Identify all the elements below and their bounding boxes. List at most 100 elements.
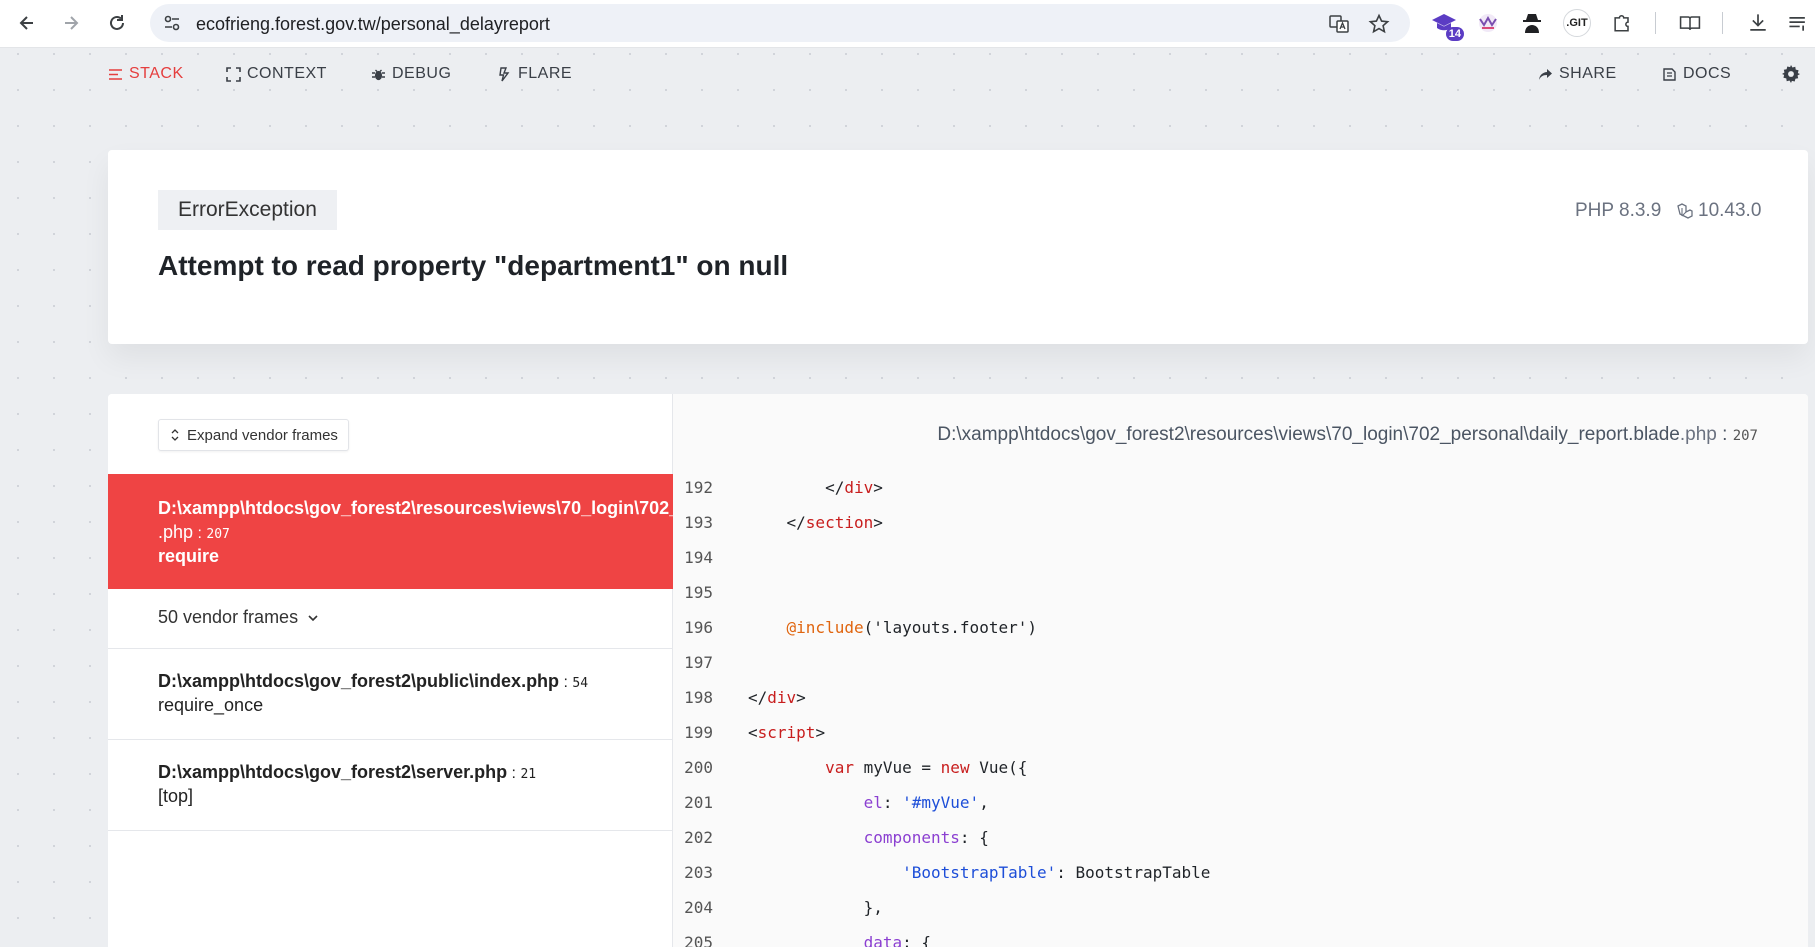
code-line-number: 200	[684, 758, 713, 777]
code-file-path[interactable]: D:\xampp\htdocs\gov_forest2\resources\vi…	[937, 424, 1758, 446]
docs-label: DOCS	[1683, 65, 1732, 82]
tab-search-menu-icon[interactable]	[1784, 9, 1812, 37]
vendor-frames-label: 50 vendor frames	[158, 607, 299, 627]
tab-context-label: CONTEXT	[247, 65, 327, 82]
code-line: 199 <script>	[673, 715, 1808, 750]
frame-line-number: 207	[206, 527, 230, 542]
arrow-right-icon	[65, 16, 79, 30]
frame-line-number: 54	[572, 676, 589, 691]
docs-button[interactable]: DOCS	[1662, 64, 1731, 84]
tab-debug[interactable]: DEBUG	[371, 64, 451, 84]
code-line: 194	[673, 540, 1808, 575]
reload-button[interactable]	[102, 8, 132, 38]
bookmark-star-icon[interactable]	[1368, 13, 1390, 35]
code-line: 205 data: {	[673, 925, 1808, 947]
code-path-main: D:\xampp\htdocs\gov_forest2\resources\vi…	[937, 424, 1680, 445]
php-version-text: PHP 8.3.9	[1575, 200, 1662, 221]
frame-method: require	[158, 546, 220, 566]
code-line-number: 195	[684, 583, 713, 602]
frame-file-path: D:\xampp\htdocs\gov_forest2\public\index	[158, 671, 522, 691]
stack-frame[interactable]: D:\xampp\htdocs\gov_forest2\public\index…	[108, 649, 673, 740]
share-label: SHARE	[1559, 65, 1617, 82]
code-line: 198 </div>	[673, 680, 1808, 715]
extension-badge: 14	[1445, 27, 1464, 41]
settings-button[interactable]	[1782, 64, 1800, 84]
frame-file-path: D:\xampp\htdocs\gov_forest2\server	[158, 762, 470, 782]
git-extension-label: .GIT	[1566, 17, 1588, 29]
code-line: 195	[673, 575, 1808, 610]
tab-context[interactable]: CONTEXT	[226, 64, 327, 84]
code-line-number: 194	[684, 548, 713, 567]
frame-file-ext: .php	[469, 762, 508, 782]
exception-class: ErrorException	[158, 190, 337, 230]
code-line-number: 199	[684, 723, 713, 742]
tab-flare[interactable]: FLARE	[497, 64, 572, 84]
code-line-number: 197	[684, 653, 713, 672]
url-text[interactable]: ecofrieng.forest.gov.tw/personal_delayre…	[196, 14, 550, 35]
code-line-number: 192	[684, 478, 713, 497]
toolbar-divider	[1722, 12, 1723, 34]
code-line: 196 @include('layouts.footer')	[673, 610, 1808, 645]
back-button[interactable]	[12, 8, 42, 38]
spy-extension-icon[interactable]	[1518, 9, 1546, 37]
reload-icon	[110, 15, 124, 30]
frame-line-number: 21	[520, 767, 537, 782]
chevron-down-icon	[308, 614, 318, 621]
frame-file-ext: .php	[521, 671, 560, 691]
code-line-text: components: {	[863, 828, 989, 847]
reading-list-icon[interactable]	[1676, 9, 1704, 37]
code-line-number: 204	[684, 898, 713, 917]
stack-frame-selected[interactable]: D:\xampp\htdocs\gov_forest2\resources\vi…	[108, 474, 673, 589]
code-line-text: data: {	[863, 933, 932, 947]
flare-icon	[499, 66, 510, 81]
translate-icon[interactable]	[1328, 13, 1350, 35]
vendor-frames-toggle[interactable]: 50 vendor frames	[108, 589, 673, 649]
frame-file-ext: .php	[158, 522, 194, 542]
bug-icon	[372, 69, 385, 80]
browser-toolbar: ecofrieng.forest.gov.tw/personal_delayre…	[0, 0, 1815, 48]
laravel-version: 10.43.0	[1676, 200, 1761, 222]
frame-method: [top]	[158, 786, 194, 806]
frame-file-path: D:\xampp\htdocs\gov_forest2\resources\vi…	[158, 498, 673, 518]
laravel-version-text: 10.43.0	[1698, 200, 1762, 221]
tab-stack[interactable]: STACK	[108, 64, 184, 84]
code-line-text: var myVue = new Vue({	[825, 758, 1028, 777]
anime-extension-icon[interactable]	[1474, 9, 1502, 37]
tab-flare-label: FLARE	[518, 65, 573, 82]
expand-corners-icon	[226, 66, 241, 82]
puzzle-extensions-icon[interactable]	[1608, 9, 1636, 37]
code-line-number: 196	[684, 618, 713, 637]
chevron-up-down-icon	[171, 429, 179, 441]
share-button[interactable]: SHARE	[1538, 64, 1617, 84]
php-version: PHP 8.3.9	[1575, 200, 1661, 222]
code-line-text: 'BootstrapTable': BootstrapTable	[902, 863, 1211, 882]
git-extension-icon[interactable]: .GIT	[1563, 9, 1591, 37]
stack-frame[interactable]: D:\xampp\htdocs\gov_forest2\server.php :…	[108, 740, 673, 831]
code-line: 202 components: {	[673, 820, 1808, 855]
code-line-number: 203	[684, 863, 713, 882]
tab-stack-label: STACK	[129, 65, 184, 82]
code-line-text: el: '#myVue',	[863, 793, 989, 812]
code-line-number: 193	[684, 513, 713, 532]
forward-button[interactable]	[56, 8, 86, 38]
code-line-text: </div>	[748, 688, 806, 707]
code-line-number: 198	[684, 688, 713, 707]
code-line-text: </section>	[748, 513, 883, 532]
stack-list-icon	[109, 68, 122, 80]
graduation-cap-extension-icon[interactable]: 14	[1430, 9, 1464, 41]
code-line: 201 el: '#myVue',	[673, 785, 1808, 820]
laravel-logo-icon	[1677, 202, 1693, 219]
expand-vendor-frames-button[interactable]: Expand vendor frames	[158, 419, 349, 451]
code-line: 203 'BootstrapTable': BootstrapTable	[673, 855, 1808, 890]
frame-method: require_once	[158, 695, 264, 715]
code-line-text: @include('layouts.footer')	[786, 618, 1037, 637]
address-bar[interactable]: ecofrieng.forest.gov.tw/personal_delayre…	[150, 4, 1410, 42]
code-path-ext: .php	[1679, 424, 1717, 445]
code-line-text: },	[748, 898, 883, 917]
site-info-icon[interactable]	[162, 13, 182, 33]
stack-trace-panel: Expand vendor frames D:\xampp\htdocs\gov…	[108, 394, 1808, 947]
arrow-left-icon	[19, 16, 33, 30]
download-icon[interactable]	[1744, 9, 1772, 37]
code-line-text: <script>	[748, 723, 826, 742]
code-snippet-pane: D:\xampp\htdocs\gov_forest2\resources\vi…	[673, 394, 1808, 947]
